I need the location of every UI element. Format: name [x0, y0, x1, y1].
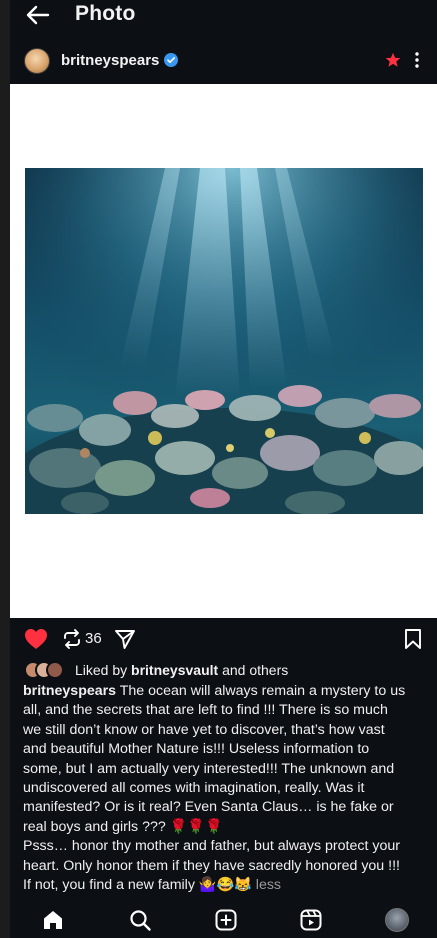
home-icon[interactable] [41, 908, 65, 932]
page-title: Photo [75, 2, 136, 25]
repost-icon[interactable] [62, 629, 82, 649]
repost-count: 36 [85, 630, 102, 647]
post-image[interactable] [25, 168, 423, 514]
liker-avatar [46, 661, 64, 679]
post-header: britneyspears [10, 42, 437, 82]
caption-line: and beautiful Mother Nature is!!! Useles… [23, 741, 370, 758]
post-actions: 36 [10, 622, 437, 654]
caption-line: all, and the secrets that are left to fi… [23, 702, 388, 719]
reels-icon[interactable] [299, 908, 323, 932]
create-icon[interactable] [214, 908, 238, 932]
caption-line: some, but I am actually very interested!… [23, 760, 395, 777]
liked-by-prefix: Liked by [75, 662, 132, 678]
caption-line: we still don’t know or have yet to disco… [23, 721, 385, 738]
search-icon[interactable] [128, 908, 152, 932]
caption-line: real boys and girls ??? 🌹🌹🌹 [23, 818, 223, 835]
avatar[interactable] [24, 48, 50, 74]
caption-line: heart. Only honor them if they have sacr… [23, 857, 400, 874]
share-icon[interactable] [114, 628, 136, 650]
profile-avatar[interactable] [385, 908, 409, 932]
top-bar: Photo [10, 0, 437, 36]
more-vertical-icon[interactable] [412, 52, 422, 68]
caption-username[interactable]: britneyspears [23, 683, 116, 699]
bottom-navigation [10, 898, 437, 938]
app-window: Photo britneyspears 36 Liked by britneys… [10, 0, 437, 938]
star-icon[interactable] [384, 51, 402, 69]
liked-by-suffix: and others [218, 662, 289, 678]
caption-line: britneyspears The ocean will always rema… [23, 682, 431, 701]
username[interactable]: britneyspears [61, 52, 159, 69]
back-arrow-icon[interactable] [24, 3, 52, 27]
caption-text: If not, you find a new family 🤷‍♀️😂😹 [23, 877, 256, 894]
caption-line: manifested? Or is it real? Even Santa Cl… [23, 799, 394, 816]
heart-icon[interactable] [24, 628, 48, 650]
caption-line: If not, you find a new family 🤷‍♀️😂😹 les… [23, 876, 431, 895]
bookmark-icon[interactable] [404, 628, 422, 650]
caption-line: undiscovered all comes with imagination,… [23, 780, 365, 797]
caption: britneyspears The ocean will always rema… [23, 682, 431, 895]
liked-by-user[interactable]: britneysvault [131, 662, 218, 678]
liker-avatars [24, 661, 68, 679]
caption-line: Psss… honor thy mother and father, but a… [23, 838, 400, 855]
liked-by-row[interactable]: Liked by britneysvault and others [24, 660, 434, 680]
liked-by-text: Liked by britneysvault and others [75, 662, 288, 678]
less-link[interactable]: less [256, 877, 281, 893]
caption-text: The ocean will always remain a mystery t… [116, 683, 406, 699]
verified-badge-icon [164, 53, 178, 67]
